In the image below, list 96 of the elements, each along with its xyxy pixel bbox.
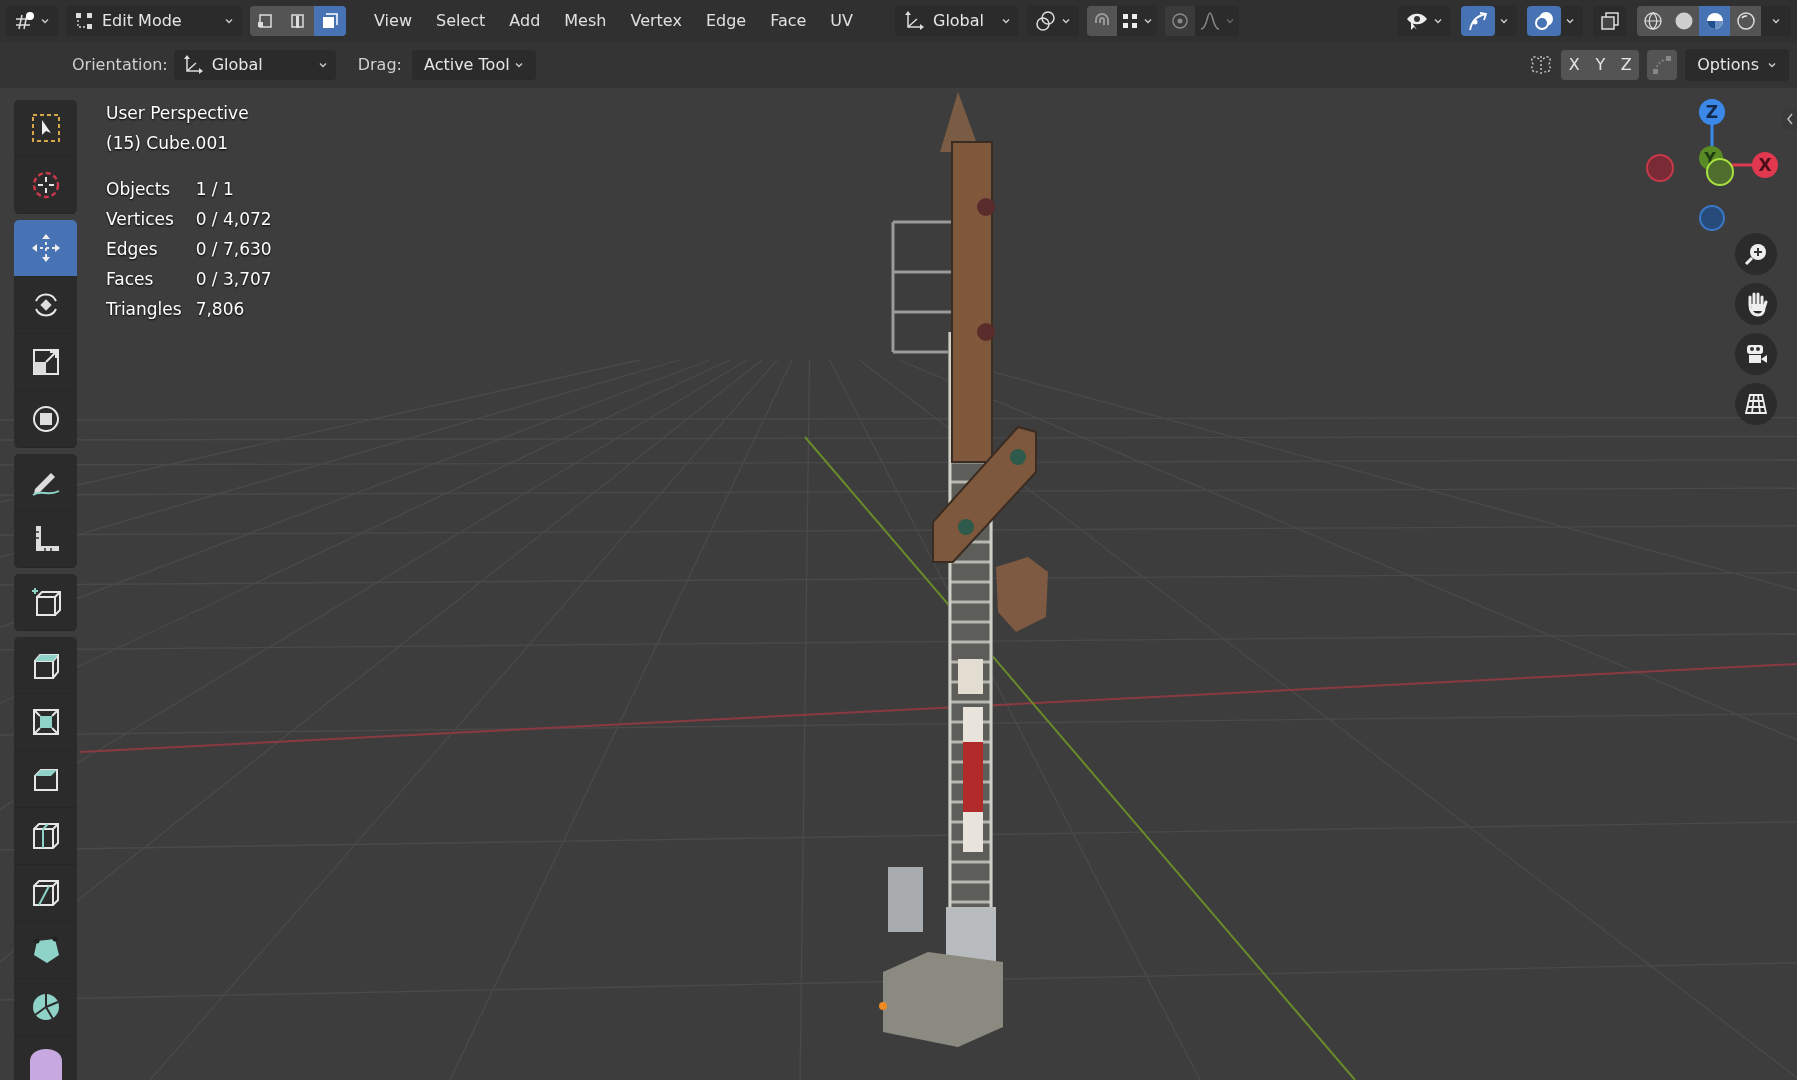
select-mode-button[interactable] (314, 6, 346, 36)
xray-toggle[interactable] (1593, 6, 1627, 36)
auto-merge-toggle[interactable] (1647, 50, 1678, 80)
chevron-icon (1565, 16, 1575, 26)
falloff-curve-icon (1199, 11, 1221, 31)
axis-toggle[interactable]: X (1561, 50, 1588, 80)
merge-vertices-icon (1651, 54, 1674, 76)
proportional-editing-toggle[interactable] (1165, 6, 1195, 36)
axis-toggle[interactable]: Z (1613, 50, 1640, 80)
orientation-dropdown[interactable]: Global (895, 6, 1019, 36)
drag-label: Drag: (357, 54, 402, 76)
chevron-icon (1499, 16, 1509, 26)
orientation-field[interactable]: Global (173, 50, 336, 80)
tool-button[interactable] (14, 865, 77, 922)
visibility-dropdown[interactable] (1397, 6, 1451, 36)
object-name: (15) Cube.001 (106, 132, 230, 155)
options-dropdown[interactable]: Options (1685, 49, 1789, 81)
shading-mode-button[interactable] (1637, 6, 1668, 36)
select-mode-button[interactable] (250, 6, 282, 36)
shading-mode-button[interactable] (1668, 6, 1699, 36)
menu-item[interactable]: Edge (695, 5, 757, 37)
editor-type-button[interactable] (6, 6, 58, 36)
stat-value: 0 / 4,072 (195, 208, 272, 231)
chevron-icon (40, 16, 50, 26)
chevron-icon (1767, 60, 1777, 70)
chevron-icon (1143, 16, 1153, 26)
tool-button[interactable] (14, 277, 77, 334)
grid-dots-icon (1121, 12, 1139, 30)
menu-item[interactable]: Face (760, 5, 817, 37)
target-icon (1170, 11, 1190, 31)
pivot-dropdown[interactable] (1027, 6, 1079, 36)
tool-button[interactable] (14, 391, 77, 448)
menu-item[interactable]: Select (425, 5, 496, 37)
xray-squares-icon (1599, 10, 1621, 32)
chevron-icon (1001, 16, 1011, 26)
snap-toggle[interactable] (1087, 6, 1117, 36)
edit-mesh-icon (74, 11, 94, 31)
stat-value: 0 / 3,707 (195, 268, 272, 291)
overlays-toggle[interactable] (1527, 6, 1561, 36)
material-sphere-icon (1704, 11, 1725, 31)
rendered-sphere-icon (1735, 11, 1756, 31)
shading-mode-button[interactable] (1730, 6, 1761, 36)
wireframe-sphere-icon (1642, 11, 1663, 31)
tool-button[interactable] (14, 334, 77, 391)
tool-button[interactable] (14, 454, 77, 511)
axes-icon (181, 54, 204, 76)
stat-label: Objects (106, 178, 172, 201)
stat-label: Edges (106, 238, 159, 261)
tool-button[interactable] (14, 808, 77, 865)
menu-item[interactable]: Vertex (620, 5, 692, 37)
chevron-icon (1771, 16, 1781, 26)
drag-dropdown[interactable]: Active Tool (411, 50, 536, 80)
chevron-icon (224, 16, 234, 26)
stat-value: 7,806 (195, 298, 246, 321)
axes-icon (903, 10, 925, 32)
mirror-butterfly-icon (1529, 54, 1554, 76)
stat-value: 1 / 1 (195, 178, 235, 201)
stat-label: Faces (106, 268, 155, 291)
tool-button[interactable] (14, 511, 77, 568)
tool-button[interactable] (14, 694, 77, 751)
select-mode-button[interactable] (282, 6, 314, 36)
menu-item[interactable]: Mesh (554, 5, 617, 37)
chevron-icon (1225, 16, 1235, 26)
tool-button[interactable] (14, 100, 77, 157)
gizmo-toggle[interactable] (1461, 6, 1495, 36)
menu-item[interactable]: View (364, 5, 422, 37)
tool-button[interactable] (14, 979, 77, 1036)
tool-button[interactable] (14, 220, 77, 277)
axis-toggle[interactable]: Y (1587, 50, 1614, 80)
tool-button[interactable] (14, 637, 77, 694)
pivot-icon (1035, 10, 1057, 32)
menu-item[interactable]: Add (499, 5, 551, 37)
stat-value: 0 / 7,630 (195, 238, 272, 261)
overlapping-circles-icon (1533, 10, 1555, 32)
stat-label: Vertices (106, 208, 175, 231)
chevron-icon (1433, 16, 1443, 26)
menu-item[interactable]: UV (820, 5, 863, 37)
gizmo-arrow-icon (1467, 10, 1489, 32)
tool-button[interactable] (14, 574, 77, 631)
origin-point-icon (879, 1002, 887, 1010)
stat-label: Triangles (106, 298, 182, 321)
orientation-label: Orientation: (72, 54, 168, 76)
tool-button[interactable] (14, 751, 77, 808)
solid-sphere-icon (1673, 11, 1694, 31)
face-select-icon (320, 11, 340, 31)
eye-pointer-icon (1405, 11, 1429, 31)
axes-editor-icon (14, 11, 36, 31)
chevron-icon (1061, 16, 1071, 26)
smooth-icon (28, 1047, 63, 1080)
view-name: User Perspective (106, 102, 250, 125)
chevron-icon (317, 60, 328, 70)
mode-dropdown[interactable]: Edit Mode (66, 6, 242, 36)
tool-button[interactable] (14, 1036, 77, 1080)
tool-button[interactable] (14, 922, 77, 979)
shading-mode-button[interactable] (1699, 6, 1730, 36)
chevron-icon (513, 60, 524, 70)
